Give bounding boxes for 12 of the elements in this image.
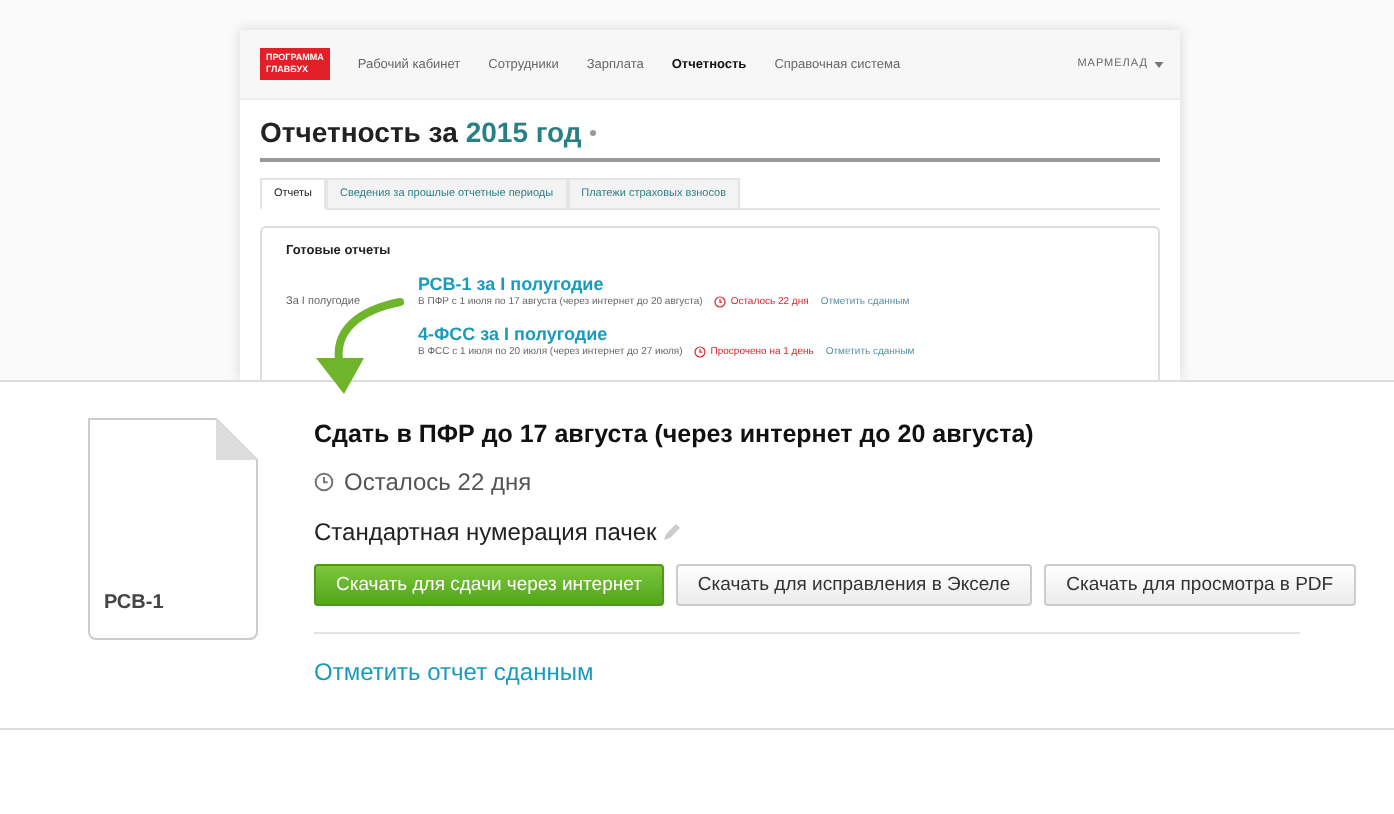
- deadline-heading: Сдать в ПФР до 17 августа (через интернет до 20 августа): [314, 420, 1036, 448]
- download-button[interactable]: Скачать для сдачи через интернет: [314, 564, 664, 606]
- numbering-label: Стандартная нумерация пачек: [314, 518, 657, 546]
- download-button[interactable]: Скачать для исправления в Экселе: [675, 564, 1033, 606]
- year-selector[interactable]: 2015 год: [465, 116, 582, 148]
- report-link[interactable]: РСВ-1 за I полугодие: [418, 274, 915, 294]
- download-button[interactable]: Скачать для просмотра в PDF: [1044, 564, 1356, 606]
- time-remaining: Осталось 22 дня: [344, 468, 532, 496]
- report-link[interactable]: 4-ФСС за I полугодие: [418, 324, 915, 344]
- page-title: Отчетность за: [260, 116, 458, 148]
- document-label: РСВ-1: [104, 592, 164, 614]
- mark-submitted-link[interactable]: Отметить отчет сданным: [314, 658, 594, 686]
